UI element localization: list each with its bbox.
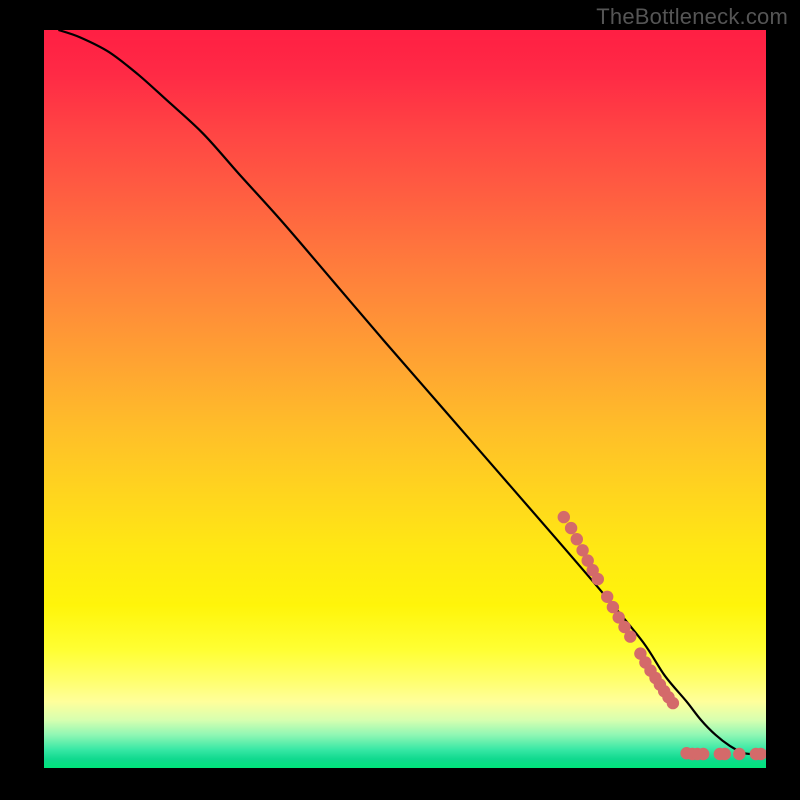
curve-line [58,30,766,754]
data-marker [592,573,604,585]
attribution-label: TheBottleneck.com [596,4,788,30]
chart-frame: TheBottleneck.com [0,0,800,800]
data-marker [733,748,745,760]
data-marker [571,533,583,545]
data-marker [558,511,570,523]
data-marker [667,697,679,709]
data-marker [624,630,636,642]
chart-svg [44,30,766,768]
marker-group [558,511,766,760]
plot-area [44,30,766,768]
data-marker [719,748,731,760]
data-marker [697,748,709,760]
data-marker [565,522,577,534]
